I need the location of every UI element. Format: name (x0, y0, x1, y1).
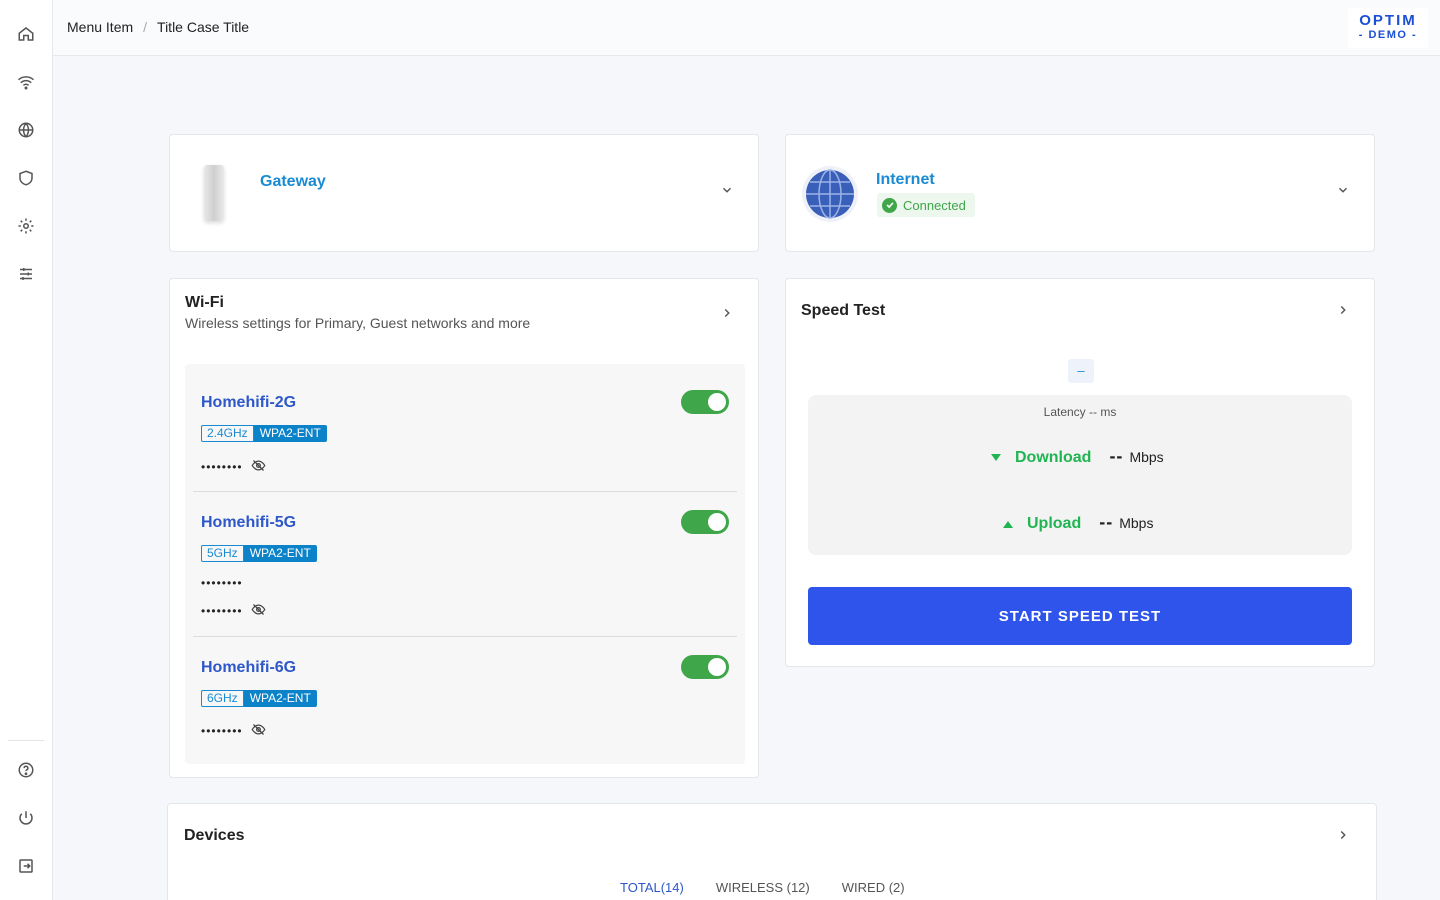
network-password: •••••••• (201, 602, 266, 620)
status-pill: – (1068, 359, 1094, 383)
internet-card[interactable]: Internet Connected (785, 134, 1375, 252)
band-tag: 2.4GHz (201, 425, 254, 442)
upload-label: Upload (1027, 515, 1082, 532)
check-circle-icon (882, 197, 897, 213)
password-text: •••••••• (201, 724, 243, 738)
speed-test-card: Speed Test – Latency -- ms Download -- M… (785, 278, 1375, 667)
devices-card: Devices TOTAL(14) WIRELESS (12) WIRED (2… (167, 803, 1377, 900)
network-name[interactable]: Homehifi-5G (201, 514, 296, 532)
breadcrumb-item-menu[interactable]: Menu Item (67, 19, 133, 35)
download-row: Download -- Mbps (991, 446, 1164, 467)
logo-line-1: OPTIM (1359, 12, 1417, 29)
password-text: •••••••• (201, 460, 243, 474)
globe-icon[interactable] (14, 118, 38, 142)
network-tags: 2.4GHz WPA2-ENT (201, 425, 327, 442)
band-tag: 5GHz (201, 545, 244, 562)
eye-off-icon[interactable] (251, 602, 266, 620)
gateway-device-image (204, 165, 224, 221)
chevron-right-icon[interactable] (720, 306, 734, 323)
network-name[interactable]: Homehifi-6G (201, 659, 296, 677)
latency-text: Latency -- ms (1043, 405, 1117, 419)
upload-row: Upload -- Mbps (1003, 512, 1153, 533)
network-password: •••••••• (201, 458, 266, 476)
wifi-subtitle: Wireless settings for Primary, Guest net… (185, 315, 531, 331)
network-password: •••••••• (201, 722, 266, 740)
band-tag: 6GHz (201, 690, 244, 707)
speed-test-title: Speed Test (801, 302, 886, 319)
upload-value: -- (1099, 512, 1114, 532)
network-password-extra: •••••••• (201, 576, 243, 590)
security-tag: WPA2-ENT (253, 425, 327, 442)
arrow-up-icon (1003, 515, 1013, 533)
network-enable-toggle[interactable] (681, 390, 729, 414)
connected-status-text: Connected (903, 197, 966, 213)
wifi-title: Wi-Fi (185, 294, 224, 311)
download-value: -- (1109, 446, 1124, 466)
tab-total[interactable]: TOTAL(14) (620, 880, 684, 895)
arrow-down-icon (991, 449, 1001, 467)
logout-icon[interactable] (14, 854, 38, 878)
sidebar (0, 0, 53, 900)
eye-off-icon[interactable] (251, 722, 266, 740)
power-icon[interactable] (14, 806, 38, 830)
help-icon[interactable] (14, 758, 38, 782)
password-text: •••••••• (201, 576, 243, 590)
network-enable-toggle[interactable] (681, 655, 729, 679)
optim-logo: OPTIM - DEMO - (1348, 8, 1428, 48)
devices-title: Devices (184, 827, 245, 844)
globe-image (801, 165, 859, 223)
wifi-network-item: Homehifi-5G 5GHz WPA2-ENT •••••••• •••••… (193, 492, 737, 636)
password-text: •••••••• (201, 604, 243, 618)
top-bar: Menu Item / Title Case Title OPTIM - DEM… (53, 0, 1440, 56)
breadcrumb-item-title: Title Case Title (157, 19, 250, 35)
tab-wired[interactable]: WIRED (2) (842, 880, 905, 895)
home-icon[interactable] (14, 22, 38, 46)
security-tag: WPA2-ENT (243, 545, 317, 562)
chevron-down-icon[interactable] (720, 183, 734, 200)
chevron-right-icon[interactable] (1336, 828, 1350, 845)
security-tag: WPA2-ENT (243, 690, 317, 707)
gateway-title[interactable]: Gateway (260, 173, 326, 191)
wifi-icon[interactable] (14, 70, 38, 94)
breadcrumb: Menu Item / Title Case Title (67, 19, 249, 35)
sliders-icon[interactable] (14, 262, 38, 286)
eye-off-icon[interactable] (251, 458, 266, 476)
network-name[interactable]: Homehifi-2G (201, 394, 296, 412)
download-label: Download (1015, 449, 1092, 466)
speed-results-box: Latency -- ms Download -- Mbps Upload --… (808, 395, 1352, 555)
connected-badge: Connected (877, 193, 975, 217)
tab-wireless[interactable]: WIRELESS (12) (716, 880, 810, 895)
wifi-network-list: Homehifi-2G 2.4GHz WPA2-ENT •••••••• Hom… (185, 364, 745, 764)
upload-unit: Mbps (1119, 515, 1154, 531)
breadcrumb-separator: / (143, 19, 148, 35)
start-speed-test-button[interactable]: START SPEED TEST (808, 587, 1352, 645)
gateway-card[interactable]: Gateway (169, 134, 759, 252)
chevron-down-icon[interactable] (1336, 183, 1350, 200)
wifi-network-item: Homehifi-2G 2.4GHz WPA2-ENT •••••••• (193, 364, 737, 490)
gear-icon[interactable] (14, 214, 38, 238)
shield-icon[interactable] (14, 166, 38, 190)
sidebar-divider (8, 740, 44, 741)
internet-title[interactable]: Internet (876, 171, 935, 189)
wifi-network-item: Homehifi-6G 6GHz WPA2-ENT •••••••• (193, 637, 737, 763)
device-tabs: TOTAL(14) WIRELESS (12) WIRED (2) (620, 880, 905, 895)
chevron-right-icon[interactable] (1336, 303, 1350, 320)
network-enable-toggle[interactable] (681, 510, 729, 534)
download-unit: Mbps (1129, 449, 1164, 465)
network-tags: 5GHz WPA2-ENT (201, 545, 317, 562)
logo-line-2: - DEMO - (1358, 29, 1418, 41)
wifi-card: Wi-Fi Wireless settings for Primary, Gue… (169, 278, 759, 778)
network-tags: 6GHz WPA2-ENT (201, 690, 317, 707)
